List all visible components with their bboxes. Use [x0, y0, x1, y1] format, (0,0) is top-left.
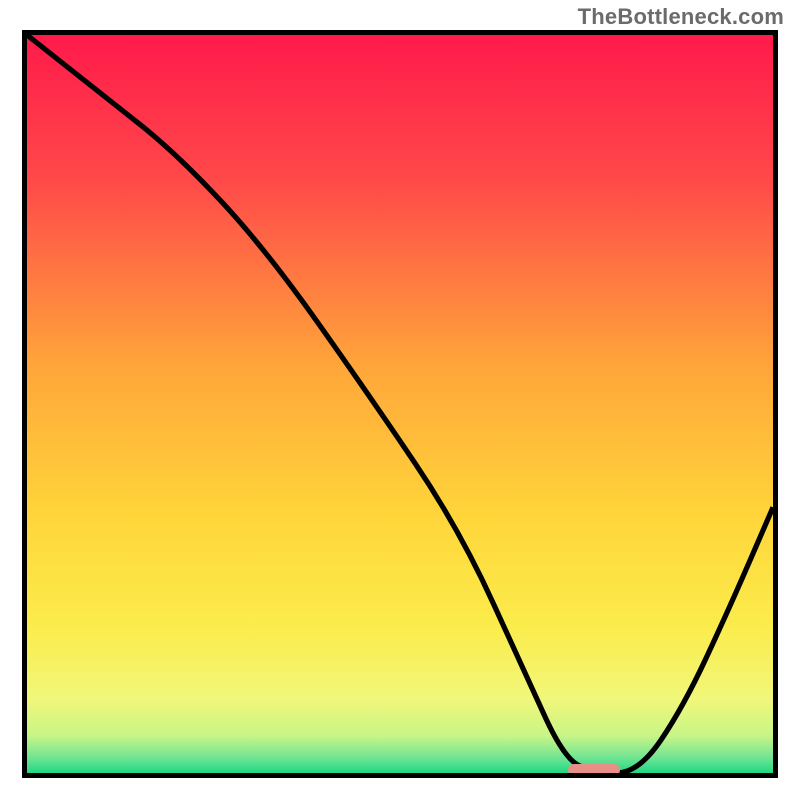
watermark-text: TheBottleneck.com	[578, 4, 784, 30]
plot-frame	[22, 30, 778, 778]
curve-svg	[27, 35, 773, 773]
optimal-marker	[568, 764, 620, 776]
bottleneck-curve	[27, 35, 773, 773]
chart-stage: TheBottleneck.com	[0, 0, 800, 800]
